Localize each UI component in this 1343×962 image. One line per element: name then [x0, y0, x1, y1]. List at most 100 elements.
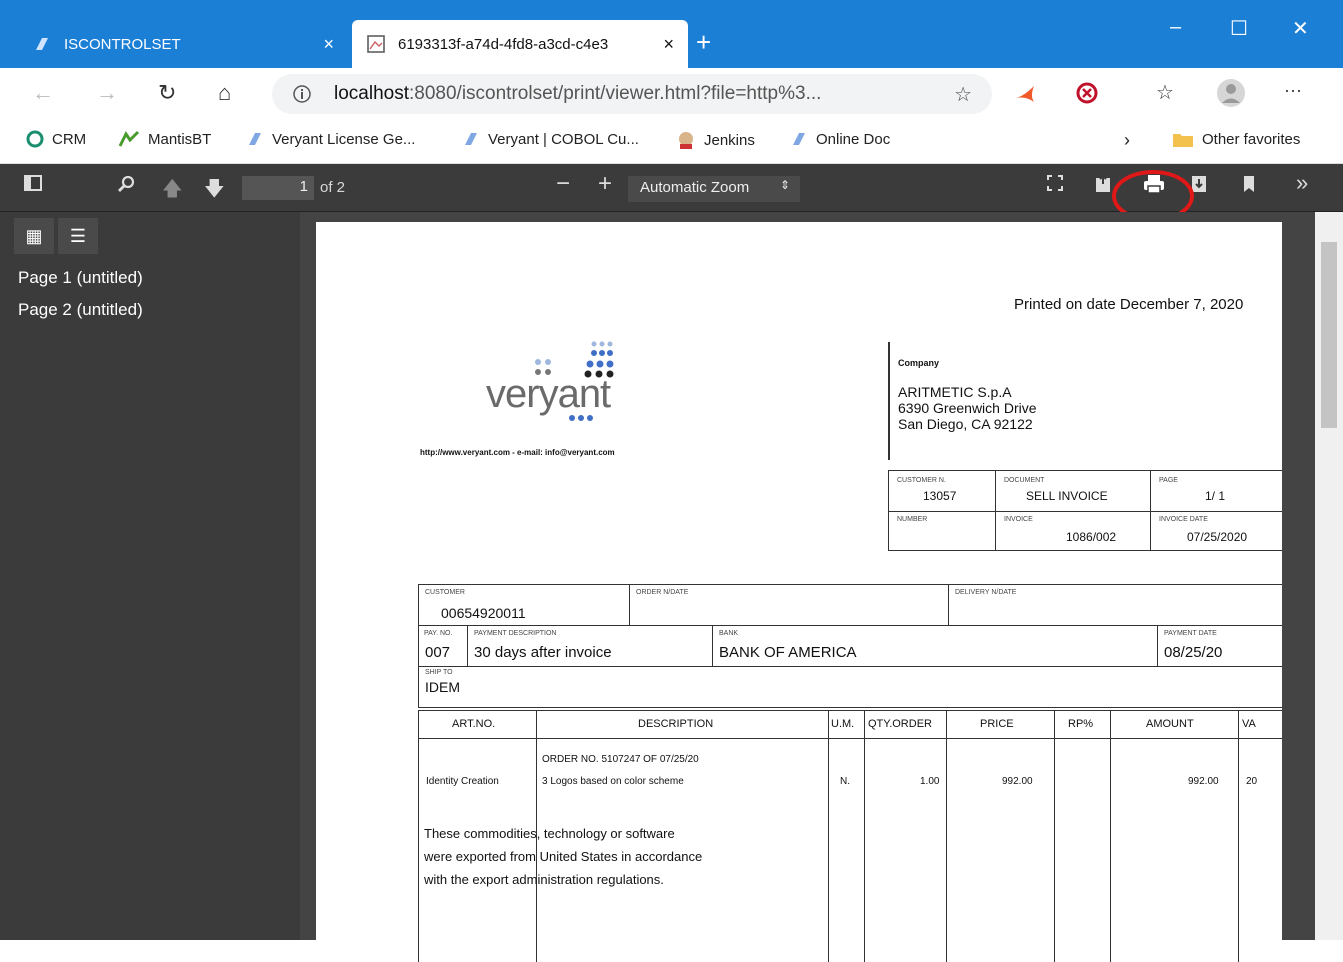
- cell-label: DOCUMENT: [1004, 477, 1045, 484]
- cell-value: 13057: [923, 489, 957, 503]
- page-cell: PAGE 1/ 1: [1150, 470, 1282, 512]
- more-menu-icon[interactable]: ···: [1284, 80, 1302, 101]
- cell-label: PAGE: [1159, 477, 1178, 484]
- chevron-right-icon[interactable]: ›: [1124, 130, 1130, 151]
- favorite-veryant-license[interactable]: Veryant License Ge...: [246, 130, 415, 148]
- favorite-label: Veryant License Ge...: [272, 130, 416, 148]
- document-viewer: Printed on date December 7, 2020 veryant…: [300, 212, 1343, 962]
- previous-page-icon[interactable]: 🡅: [162, 174, 183, 208]
- customer-number-cell: CUSTOMER N. 13057: [888, 470, 996, 512]
- favorite-online-doc[interactable]: Online Doc: [790, 130, 890, 148]
- line-va: 20: [1246, 776, 1258, 787]
- favorite-crm[interactable]: CRM: [26, 130, 86, 148]
- select-arrow-icon: ⇕: [779, 178, 790, 192]
- favorite-label: CRM: [52, 130, 87, 148]
- pdf-sidebar: ▦ ☰ Page 1 (untitled) Page 2 (untitled): [0, 212, 300, 940]
- blocker-extension-icon[interactable]: [1076, 82, 1098, 104]
- line-qty: 1.00: [920, 776, 940, 787]
- tab-close-icon[interactable]: ×: [323, 34, 334, 55]
- cell-value: IDEM: [425, 679, 460, 695]
- open-file-icon[interactable]: [1094, 174, 1112, 200]
- forward-arrow-icon[interactable]: →: [96, 80, 118, 106]
- jenkins-icon: [676, 130, 696, 150]
- tools-chevron-icon[interactable]: »: [1296, 170, 1308, 196]
- favorite-jenkins[interactable]: Jenkins: [676, 130, 755, 150]
- sidebar-toggle-icon[interactable]: [24, 174, 42, 198]
- outline-item-page-2[interactable]: Page 2 (untitled): [18, 300, 143, 320]
- favorites-icon[interactable]: ☆: [1156, 80, 1174, 105]
- bank-cell: BANK BANK OF AMERICA: [712, 625, 1158, 667]
- tab-iscontrolset[interactable]: ISCONTROLSET ×: [18, 20, 348, 68]
- crm-icon: [26, 130, 44, 148]
- maximize-button[interactable]: ☐: [1230, 16, 1248, 41]
- cell-label: ORDER N/DATE: [636, 589, 689, 596]
- delivery-date-cell: DELIVERY N/DATE: [948, 584, 1282, 626]
- veryant-icon: [790, 130, 808, 148]
- close-window-button[interactable]: ✕: [1292, 16, 1309, 41]
- page-number-input[interactable]: 1: [242, 176, 314, 200]
- column-header: VA: [1242, 718, 1256, 730]
- next-page-icon[interactable]: 🡇: [204, 174, 225, 208]
- new-tab-button[interactable]: +: [696, 24, 711, 60]
- address-bar[interactable]: localhost:8080/iscontrolset/print/viewer…: [272, 74, 992, 114]
- cell-value: SELL INVOICE: [1026, 489, 1108, 503]
- cell-value: 00654920011: [441, 605, 526, 621]
- favorite-veryant-cobol[interactable]: Veryant | COBOL Cu...: [462, 130, 639, 148]
- line-description: 3 Logos based on color scheme: [542, 776, 684, 787]
- line-order-reference: ORDER NO. 5107247 OF 07/25/20: [542, 754, 699, 765]
- cell-label: INVOICE DATE: [1159, 516, 1208, 523]
- column-divider: [1110, 710, 1111, 962]
- zoom-in-icon[interactable]: +: [598, 170, 612, 198]
- tab-close-icon[interactable]: ×: [663, 34, 674, 55]
- favorite-mantisbt[interactable]: MantisBT: [118, 130, 211, 148]
- company-box: Company ARITMETIC S.p.A 6390 Greenwich D…: [888, 342, 1282, 460]
- company-line: ARITMETIC S.p.A: [898, 384, 1012, 400]
- column-divider: [864, 710, 865, 962]
- line-um: N.: [840, 776, 850, 787]
- home-icon[interactable]: ⌂: [218, 80, 231, 106]
- refresh-icon[interactable]: ↻: [158, 80, 176, 106]
- url-path: :8080/iscontrolset/print/viewer.html?fil…: [409, 83, 822, 104]
- page-count: of 2: [320, 179, 346, 196]
- cell-label: NUMBER: [897, 516, 928, 523]
- swift-extension-icon[interactable]: [1014, 82, 1036, 104]
- payment-date-cell: PAYMENT DATE 08/25/20: [1157, 625, 1282, 667]
- cell-label: INVOICE: [1004, 516, 1033, 523]
- star-icon[interactable]: ☆: [954, 82, 972, 107]
- minimize-button[interactable]: –: [1170, 16, 1181, 39]
- cell-value: 1086/002: [1066, 530, 1117, 544]
- note-line: with the export administration regulatio…: [424, 872, 664, 887]
- column-header: PRICE: [980, 718, 1014, 730]
- profile-avatar-icon[interactable]: [1216, 78, 1246, 108]
- vertical-scrollbar[interactable]: [1315, 212, 1343, 940]
- company-line: San Diego, CA 92122: [898, 416, 1033, 432]
- url-host: localhost: [334, 83, 409, 104]
- invoice-number-cell: INVOICE 1086/002: [995, 511, 1151, 551]
- outline-view-icon[interactable]: ☰: [58, 218, 98, 254]
- pay-number-cell: PAY. NO. 007: [418, 625, 468, 667]
- tab-label: 6193313f-a74d-4fd8-a3cd-c4e3: [398, 35, 609, 53]
- number-cell: NUMBER: [888, 511, 996, 551]
- zoom-select[interactable]: Automatic Zoom ⇕: [628, 176, 800, 202]
- cell-label: CUSTOMER: [425, 589, 465, 596]
- column-divider: [1054, 710, 1055, 962]
- veryant-icon: [462, 130, 480, 148]
- bookmark-icon[interactable]: [1242, 174, 1256, 200]
- contact-line: http://www.veryant.com - e-mail: info@ve…: [420, 448, 615, 457]
- table-header-divider: [418, 738, 1282, 739]
- search-icon[interactable]: [116, 174, 136, 200]
- cell-label: SHIP TO: [425, 669, 453, 676]
- tab-pdf-viewer[interactable]: 6193313f-a74d-4fd8-a3cd-c4e3 ×: [352, 20, 688, 68]
- column-divider: [946, 710, 947, 962]
- scrollbar-thumb[interactable]: [1321, 242, 1337, 428]
- info-icon: [292, 84, 312, 104]
- veryant-favicon-icon: [32, 34, 52, 54]
- other-favorites[interactable]: Other favorites: [1172, 130, 1300, 148]
- navigation-bar: ← → ↻ ⌂ localhost:8080/iscontrolset/prin…: [0, 68, 1343, 120]
- back-arrow-icon[interactable]: ←: [32, 80, 54, 106]
- outline-item-page-1[interactable]: Page 1 (untitled): [18, 268, 143, 288]
- thumbnails-view-icon[interactable]: ▦: [14, 218, 54, 254]
- presentation-mode-icon[interactable]: [1046, 174, 1064, 198]
- favorite-label: Veryant | COBOL Cu...: [488, 130, 639, 148]
- zoom-out-icon[interactable]: −: [556, 170, 570, 198]
